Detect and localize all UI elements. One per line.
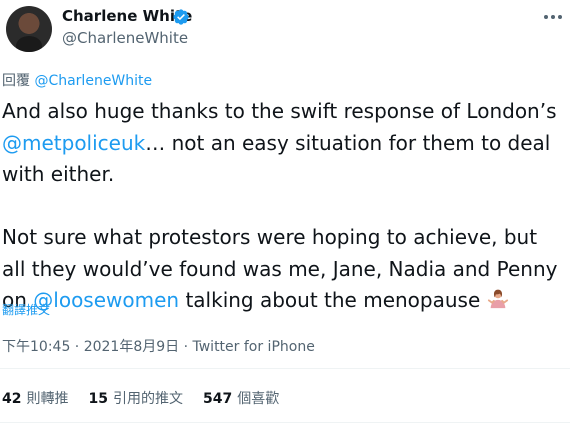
quotes-stat[interactable]: 15 引用的推文: [88, 388, 182, 408]
tweet-timestamp[interactable]: 下午10:45 · 2021年8月9日 · Twitter for iPhone: [2, 336, 315, 356]
tweet-text: And also huge thanks to the swift respon…: [2, 96, 562, 317]
author-handle[interactable]: @CharleneWhite: [62, 29, 188, 47]
translate-tweet-link[interactable]: 翻譯推文: [2, 301, 50, 318]
reply-prefix: 回覆: [2, 73, 30, 89]
reply-context: 回覆 @CharleneWhite: [2, 70, 152, 90]
engagement-stats: 42 則轉推 15 引用的推文 547 個喜歡: [2, 388, 279, 408]
mention-loosewomen[interactable]: @loosewomen: [33, 288, 179, 312]
more-options-icon[interactable]: [544, 10, 564, 24]
quotes-label: 引用的推文: [112, 391, 183, 407]
verified-badge-icon: [173, 9, 189, 25]
retweets-count: 42: [2, 391, 22, 407]
likes-stat[interactable]: 547 個喜歡: [203, 388, 279, 408]
retweets-stat[interactable]: 42 則轉推: [2, 388, 68, 408]
divider: [0, 368, 570, 369]
reply-target-link[interactable]: @CharleneWhite: [34, 73, 152, 89]
quotes-count: 15: [88, 391, 108, 407]
divider: [0, 422, 570, 423]
tweet-text-part1: And also huge thanks to the swift respon…: [2, 99, 557, 123]
mention-metpoliceuk[interactable]: @metpoliceuk: [2, 131, 145, 155]
tweet-text-part2: … not an easy situation for them to deal…: [2, 130, 558, 313]
retweets-label: 則轉推: [26, 391, 69, 407]
tweet-text-part3: talking about the menopause: [179, 288, 487, 312]
likes-count: 547: [202, 391, 233, 407]
likes-label: 個喜歡: [237, 391, 280, 407]
avatar[interactable]: [6, 6, 52, 52]
person-shrugging-emoji: [487, 289, 508, 309]
